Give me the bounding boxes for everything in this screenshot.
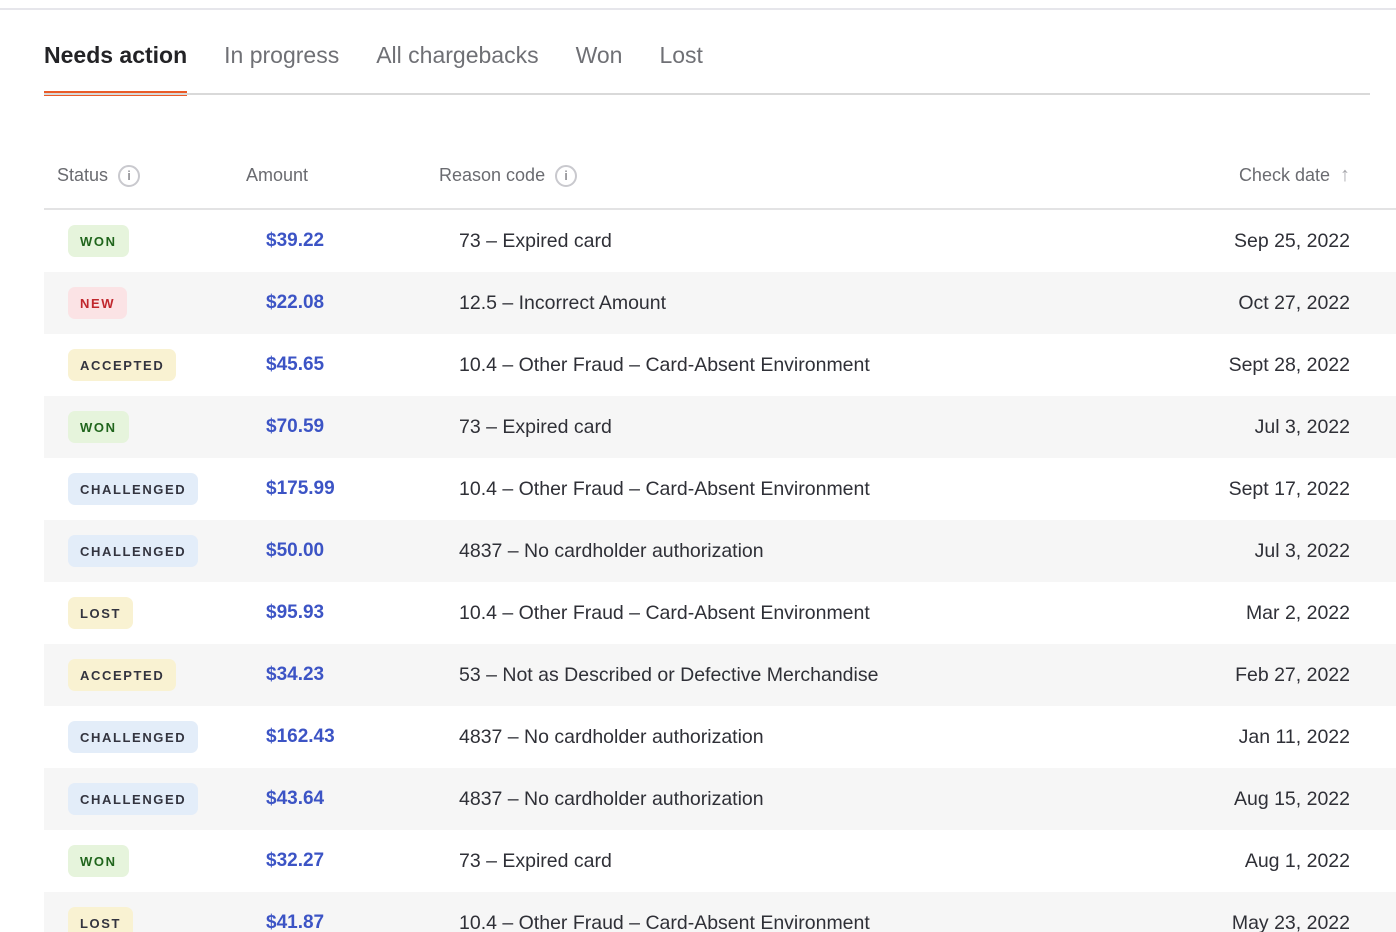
reason-code-value: 4837 – No cardholder authorization [459,540,764,562]
status-badge: ACCEPTED [68,659,176,691]
status-info-icon[interactable]: i [118,165,140,187]
check-date-value: Aug 1, 2022 [1245,850,1350,873]
chargeback-row[interactable]: CHALLENGED $50.00 4837 – No cardholder a… [44,520,1396,582]
reason-code-value: 10.4 – Other Fraud – Card-Absent Environ… [459,912,870,932]
check-date-value: Jul 3, 2022 [1255,416,1350,439]
check-date-value: Oct 27, 2022 [1238,292,1350,315]
status-badge: WON [68,411,129,443]
check-date-value: Mar 2, 2022 [1246,602,1350,625]
check-date-value: Sept 28, 2022 [1229,354,1350,377]
amount-value: $70.59 [266,416,324,437]
chargeback-row[interactable]: ACCEPTED $45.65 10.4 – Other Fraud – Car… [44,334,1396,396]
column-header-amount: Amount [246,165,308,186]
check-date-value: Jan 11, 2022 [1239,726,1350,749]
top-divider [0,8,1396,10]
amount-value: $162.43 [266,726,335,747]
reason-code-value: 4837 – No cardholder authorization [459,726,764,748]
chargeback-row[interactable]: NEW $22.08 12.5 – Incorrect Amount Oct 2… [44,272,1396,334]
table-body: WON $39.22 73 – Expired card Sep 25, 202… [0,210,1396,932]
tab-bar-divider [44,93,1370,95]
amount-value: $50.00 [266,540,324,561]
amount-value: $22.08 [266,292,324,313]
amount-value: $34.23 [266,664,324,685]
status-badge: WON [68,225,129,257]
status-badge: CHALLENGED [68,535,198,567]
reason-code-value: 10.4 – Other Fraud – Card-Absent Environ… [459,354,870,376]
sort-ascending-icon[interactable]: ↑ [1340,164,1350,187]
tab-lost[interactable]: Lost [659,40,702,96]
tab-in-progress[interactable]: In progress [224,40,339,96]
reason-code-value: 73 – Expired card [459,416,612,438]
reason-code-value: 10.4 – Other Fraud – Card-Absent Environ… [459,602,870,624]
chargeback-row[interactable]: LOST $41.87 10.4 – Other Fraud – Card-Ab… [44,892,1396,932]
column-header-check-date[interactable]: Check date [1239,165,1330,186]
status-badge: CHALLENGED [68,783,198,815]
amount-value: $39.22 [266,230,324,251]
status-badge: CHALLENGED [68,473,198,505]
status-badge: WON [68,845,129,877]
check-date-value: Sept 17, 2022 [1229,478,1350,501]
column-header-status: Status [57,165,108,186]
status-badge: LOST [68,597,133,629]
tab-won[interactable]: Won [576,40,623,96]
check-date-value: Aug 15, 2022 [1234,788,1350,811]
status-badge: ACCEPTED [68,349,176,381]
reason-code-value: 12.5 – Incorrect Amount [459,292,666,314]
chargebacks-table: Status i Amount Reason code i Check date… [0,164,1396,932]
reason-code-value: 10.4 – Other Fraud – Card-Absent Environ… [459,478,870,500]
reason-code-value: 73 – Expired card [459,850,612,872]
chargeback-row[interactable]: ACCEPTED $34.23 53 – Not as Described or… [44,644,1396,706]
reason-code-value: 4837 – No cardholder authorization [459,788,764,810]
chargebacks-tab-bar: Needs action In progress All chargebacks… [0,40,1396,96]
amount-value: $32.27 [266,850,324,871]
reason-code-info-icon[interactable]: i [555,165,577,187]
chargeback-row[interactable]: LOST $95.93 10.4 – Other Fraud – Card-Ab… [44,582,1396,644]
amount-value: $175.99 [266,478,335,499]
amount-value: $43.64 [266,788,324,809]
chargeback-row[interactable]: CHALLENGED $162.43 4837 – No cardholder … [44,706,1396,768]
chargeback-row[interactable]: CHALLENGED $43.64 4837 – No cardholder a… [44,768,1396,830]
chargeback-row[interactable]: WON $32.27 73 – Expired card Aug 1, 2022 [44,830,1396,892]
amount-value: $41.87 [266,912,324,932]
chargeback-row[interactable]: WON $39.22 73 – Expired card Sep 25, 202… [44,210,1396,272]
tab-needs-action[interactable]: Needs action [44,40,187,96]
chargeback-row[interactable]: CHALLENGED $175.99 10.4 – Other Fraud – … [44,458,1396,520]
reason-code-value: 53 – Not as Described or Defective Merch… [459,664,878,686]
check-date-value: Sep 25, 2022 [1234,230,1350,253]
table-header-row: Status i Amount Reason code i Check date… [0,164,1396,208]
status-badge: CHALLENGED [68,721,198,753]
check-date-value: Feb 27, 2022 [1235,664,1350,687]
amount-value: $45.65 [266,354,324,375]
status-badge: NEW [68,287,127,319]
reason-code-value: 73 – Expired card [459,230,612,252]
status-badge: LOST [68,907,133,932]
check-date-value: Jul 3, 2022 [1255,540,1350,563]
column-header-reason-code: Reason code [439,165,545,186]
amount-value: $95.93 [266,602,324,623]
chargeback-row[interactable]: WON $70.59 73 – Expired card Jul 3, 2022 [44,396,1396,458]
check-date-value: May 23, 2022 [1232,912,1350,932]
tab-all-chargebacks[interactable]: All chargebacks [376,40,538,96]
